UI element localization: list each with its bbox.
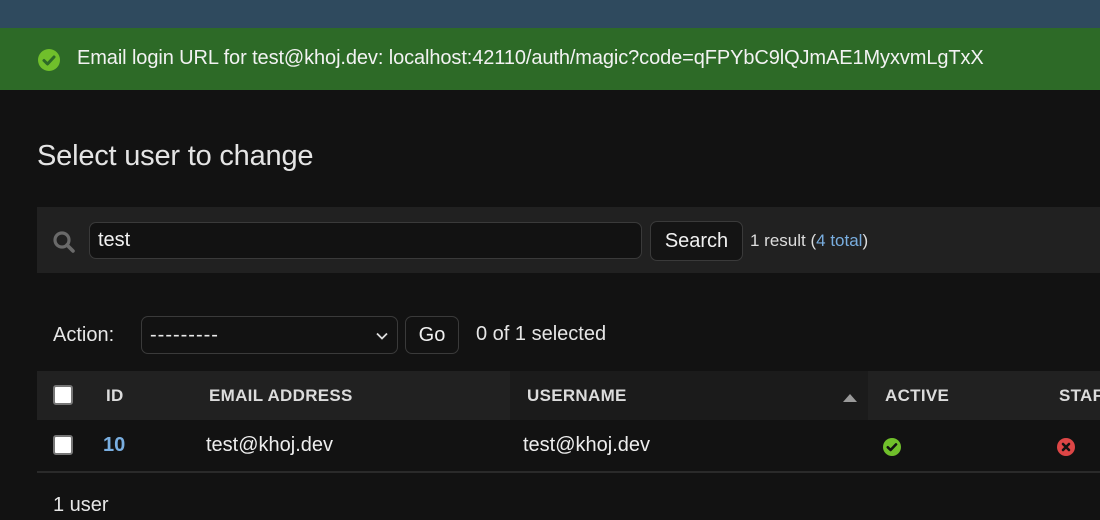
check-circle-icon	[38, 49, 60, 71]
search-icon	[53, 231, 75, 253]
chevron-down-icon	[376, 332, 388, 340]
result-count-text: 1 result (	[750, 231, 817, 250]
row-email: test@khoj.dev	[206, 434, 334, 456]
row-checkbox[interactable]	[53, 435, 73, 455]
result-count-footer: 1 user	[53, 494, 109, 516]
total-link[interactable]: 4 total	[816, 231, 862, 250]
result-suffix: )	[862, 231, 869, 250]
column-header-staff[interactable]: STAFF	[1059, 386, 1100, 406]
row-username: test@khoj.dev	[523, 434, 651, 456]
column-header-id[interactable]: ID	[106, 386, 124, 406]
success-message-text: Email login URL for test@khoj.dev: local…	[77, 47, 984, 69]
column-header-email[interactable]: EMAIL ADDRESS	[209, 386, 353, 406]
sort-ascending-icon[interactable]	[843, 394, 857, 402]
staff-false-icon	[1057, 438, 1075, 456]
top-header-bar	[0, 0, 1100, 28]
select-all-checkbox[interactable]	[53, 385, 73, 405]
selected-count: 0 of 1 selected	[476, 323, 607, 345]
active-true-icon	[883, 438, 901, 456]
search-result-summary: 1 result (4 total)	[750, 231, 868, 251]
go-button[interactable]: Go	[405, 316, 459, 354]
row-id-link[interactable]: 10	[103, 434, 125, 457]
row-divider	[37, 471, 1100, 473]
search-input[interactable]	[89, 222, 642, 259]
action-select-value: ---------	[150, 324, 219, 346]
action-select[interactable]: ---------	[141, 316, 398, 354]
action-label: Action:	[53, 324, 115, 346]
search-button[interactable]: Search	[650, 221, 743, 261]
page-title: Select user to change	[37, 140, 314, 172]
column-header-username[interactable]: USERNAME	[527, 386, 627, 406]
column-header-active[interactable]: ACTIVE	[885, 386, 949, 406]
